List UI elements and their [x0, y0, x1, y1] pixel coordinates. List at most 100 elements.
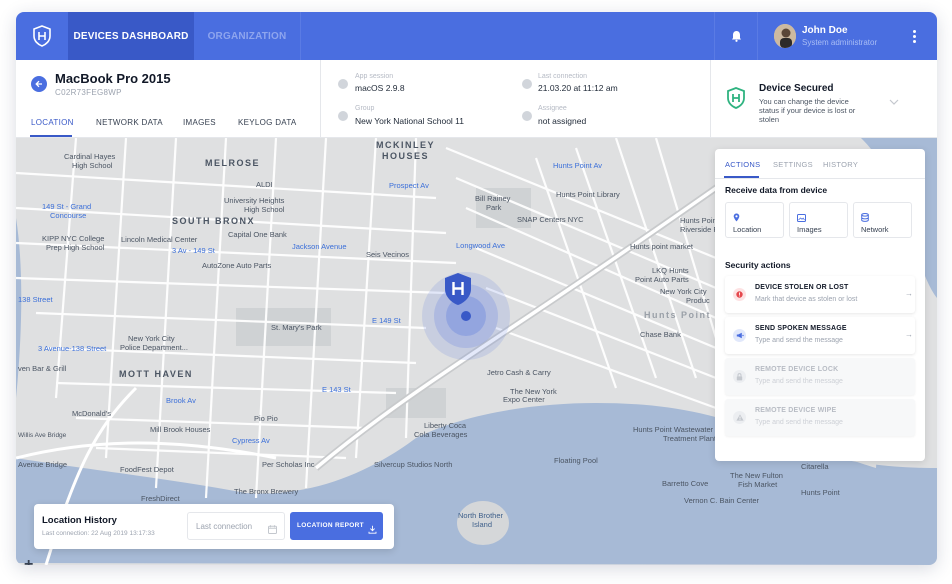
map-label: Point Auto Parts — [635, 275, 689, 284]
tab-devices-dashboard[interactable]: DEVICES DASHBOARD — [68, 12, 194, 60]
receive-location-label: Location — [733, 225, 762, 234]
map-label: Jackson Avenue — [292, 242, 347, 251]
map-label: Police Department... — [120, 343, 188, 352]
map-label: FreshDirect — [141, 494, 180, 503]
map-label: Longwood Ave — [456, 241, 506, 250]
tab-keylog-data[interactable]: KEYLOG DATA — [238, 118, 297, 127]
map-label: ALDI — [256, 180, 273, 189]
map-label: KIPP NYC College — [42, 234, 105, 243]
tab-organization[interactable]: ORGANIZATION — [194, 12, 300, 60]
location-report-button[interactable]: LOCATION REPORT — [290, 512, 383, 540]
active-tab-indicator — [30, 135, 72, 137]
actions-panel: ACTIONS SETTINGS HISTORY Receive data fr… — [715, 149, 925, 461]
map-label: University Heights — [224, 196, 285, 205]
map-label: Prep High School — [46, 243, 105, 252]
last-connection-value: 21.03.20 at 11:12 am — [538, 83, 618, 93]
map-label: Barretto Cove — [662, 479, 709, 488]
action-title: REMOTE DEVICE LOCK — [755, 366, 839, 373]
kebab-menu-icon[interactable] — [904, 26, 924, 46]
zoom-in-button[interactable]: + — [24, 556, 33, 565]
map-label: Hunts Point — [801, 488, 840, 497]
chevron-down-icon[interactable] — [889, 92, 899, 110]
group-value: New York National School 11 — [355, 116, 464, 126]
shield-h-logo-icon[interactable] — [16, 12, 68, 60]
receive-network-button[interactable]: Network — [853, 202, 912, 238]
map-label: MOTT HAVEN — [119, 369, 193, 379]
location-report-label: LOCATION REPORT — [297, 522, 364, 529]
send-spoken-message-action[interactable]: SEND SPOKEN MESSAGE Type and send the me… — [725, 317, 915, 354]
map-label: Fish Market — [738, 480, 778, 489]
app-session-label: App session — [355, 73, 394, 80]
receive-location-button[interactable]: Location — [725, 202, 784, 238]
map-label: HOUSES — [382, 151, 430, 161]
tab-network-data[interactable]: NETWORK DATA — [96, 118, 163, 127]
map-label: SNAP Centers NYC — [517, 215, 584, 224]
map-label: Floating Pool — [554, 456, 598, 465]
tab-location[interactable]: LOCATION — [31, 118, 74, 127]
receive-data-heading: Receive data from device — [725, 185, 828, 195]
map-label: Silvercup Studios North — [374, 460, 453, 469]
map-label: Expo Center — [503, 395, 545, 404]
map-label: ven Bar & Grill — [18, 364, 67, 373]
status-title: Device Secured — [759, 83, 834, 94]
lock-icon — [733, 370, 746, 383]
bell-icon[interactable] — [714, 12, 758, 60]
map-label: Jetro Cash & Carry — [487, 368, 551, 377]
map-label: Cypress Av — [232, 436, 270, 445]
back-arrow-icon[interactable] — [31, 76, 47, 92]
map-label: 138 Street — [18, 295, 53, 304]
map-label: Capital One Bank — [228, 230, 287, 239]
tab-history[interactable]: HISTORY — [823, 160, 858, 169]
warning-icon — [733, 411, 746, 424]
map-label: Riverside P — [680, 225, 719, 234]
device-serial: C02R73FEG8WP — [55, 88, 122, 97]
shield-check-icon — [727, 87, 745, 114]
map-label: MCKINLEY — [376, 140, 435, 150]
map-label: McDonald's — [72, 409, 111, 418]
security-actions-heading: Security actions — [725, 260, 791, 270]
map-label: Chase Bank — [640, 330, 681, 339]
action-description: Mark that device as stolen or lost — [755, 296, 858, 303]
map-label: FoodFest Depot — [120, 465, 174, 474]
avatar[interactable] — [774, 24, 796, 48]
receive-network-label: Network — [861, 225, 889, 234]
history-subtitle: Last connection: 22 Aug 2019 13:17:33 — [42, 530, 155, 537]
map-label: Per Scholas Inc — [262, 460, 315, 469]
user-name[interactable]: John Doe — [802, 25, 848, 36]
map-label: Seis Vecinos — [366, 250, 409, 259]
map-label: Bill Rainey — [475, 194, 511, 203]
device-stolen-action[interactable]: DEVICE STOLEN OR LOST Mark that device a… — [725, 276, 915, 313]
app-session-value: macOS 2.9.8 — [355, 83, 405, 93]
tab-settings[interactable]: SETTINGS — [773, 160, 813, 169]
map-label: Mill Brook Houses — [150, 425, 211, 434]
remote-device-lock-action[interactable]: REMOTE DEVICE LOCK Type and send the mes… — [725, 358, 915, 395]
map-label: Hunts Point Library — [556, 190, 620, 199]
location-history-panel: Location History Last connection: 22 Aug… — [34, 504, 394, 549]
last-connection-date-field[interactable]: Last connection — [187, 512, 285, 540]
header-divider — [710, 60, 711, 138]
app-window: DEVICES DASHBOARD ORGANIZATION John Doe … — [16, 12, 937, 565]
calendar-icon — [268, 521, 277, 539]
map-label: 149 St - Grand — [42, 202, 92, 211]
megaphone-icon — [733, 329, 746, 342]
tab-images[interactable]: IMAGES — [183, 118, 216, 127]
action-description: Type and send the message — [755, 378, 843, 385]
assignee-label: Assignee — [538, 105, 567, 112]
device-location-marker[interactable] — [444, 272, 472, 311]
tab-actions[interactable]: ACTIONS — [725, 160, 760, 169]
arrow-right-icon: → — [905, 330, 913, 339]
date-placeholder: Last connection — [196, 522, 253, 531]
map-label: The New Fulton — [730, 471, 783, 480]
map-label: North Brother — [458, 511, 504, 520]
receive-images-button[interactable]: Images — [789, 202, 848, 238]
map-label: Avenue Bridge — [18, 460, 68, 469]
map-label: Treatment Plant — [663, 434, 717, 443]
map-label: Concourse — [50, 211, 87, 220]
remote-device-wipe-action[interactable]: REMOTE DEVICE WIPE Type and send the mes… — [725, 399, 915, 436]
map-label: 3 Avenue-138 Street — [38, 344, 107, 353]
app-session-icon — [338, 79, 348, 89]
action-description: Type and send the message — [755, 337, 843, 344]
user-icon — [522, 111, 532, 121]
map-label: Prospect Av — [389, 181, 429, 190]
map-label: SOUTH BRONX — [172, 216, 256, 226]
